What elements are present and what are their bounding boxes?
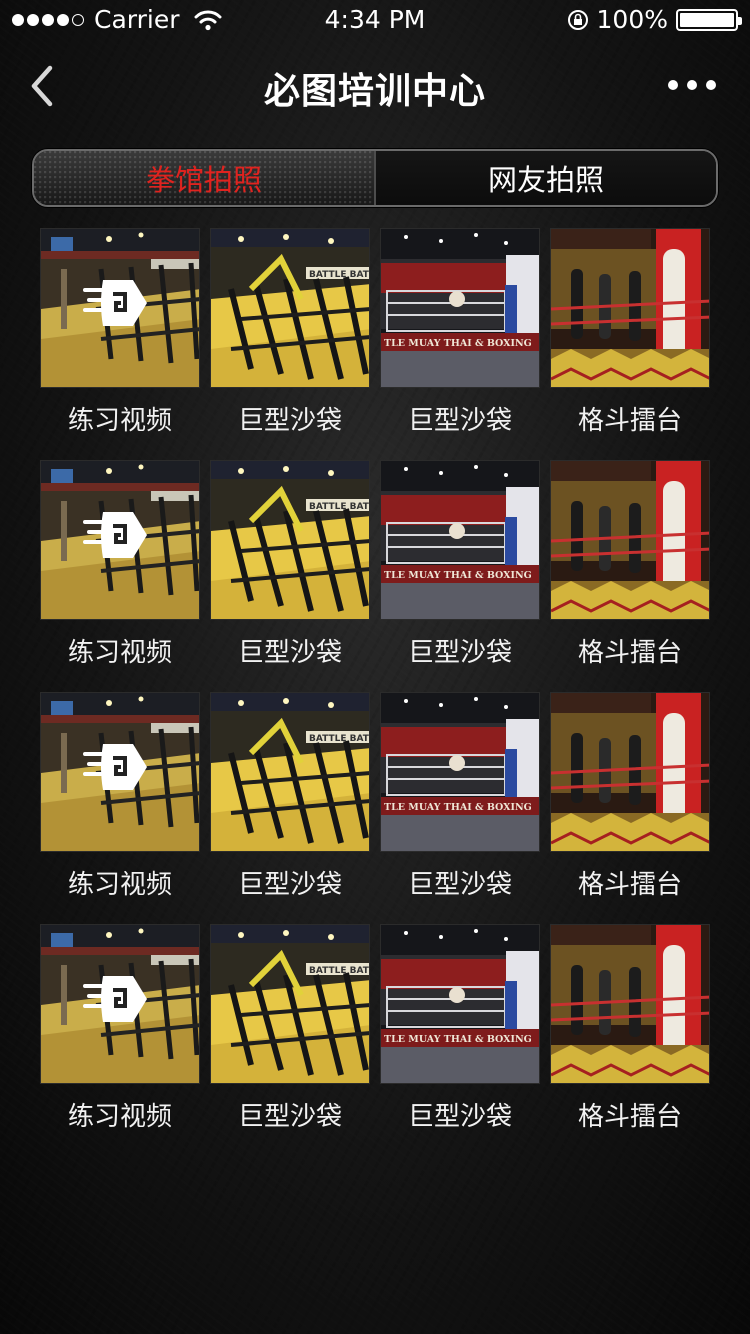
orientation-lock-icon xyxy=(567,9,588,30)
photo-caption: 巨型沙袋 xyxy=(407,638,512,668)
photo-cell[interactable]: 格斗擂台 xyxy=(550,460,710,668)
photo-caption: 巨型沙袋 xyxy=(407,1102,512,1132)
photo-caption: 练习视频 xyxy=(67,870,172,900)
more-dot xyxy=(706,80,716,90)
photo-thumbnail[interactable] xyxy=(40,228,200,388)
photo-caption: 巨型沙袋 xyxy=(407,406,512,436)
tab-gym-photos[interactable]: 拳馆拍照 xyxy=(34,151,374,205)
video-play-icon xyxy=(83,976,147,1022)
photo-thumbnail[interactable] xyxy=(40,692,200,852)
photo-cell[interactable]: 练习视频 xyxy=(40,228,200,436)
photo-cell[interactable]: TLE MUAY THAI & BOXING 巨型沙袋 xyxy=(380,228,540,436)
thumbnail-image: TLE MUAY THAI & BOXING xyxy=(381,925,539,1083)
more-dots-icon[interactable] xyxy=(664,76,720,94)
photo-caption: 巨型沙袋 xyxy=(237,1102,342,1132)
photo-thumbnail[interactable] xyxy=(550,692,710,852)
photo-thumbnail[interactable]: TLE MUAY THAI & BOXING xyxy=(380,692,540,852)
more-dot xyxy=(687,80,697,90)
thumbnail-image xyxy=(551,925,709,1083)
photo-caption: 格斗擂台 xyxy=(577,870,682,900)
thumbnail-image: TLE MUAY THAI & BOXING xyxy=(381,693,539,851)
photo-cell[interactable]: BATTLE BATTLE 巨型沙袋 xyxy=(210,924,370,1132)
photo-thumbnail[interactable] xyxy=(40,460,200,620)
photo-caption: 巨型沙袋 xyxy=(407,870,512,900)
thumbnail-image xyxy=(551,461,709,619)
photo-cell[interactable]: 练习视频 xyxy=(40,460,200,668)
photo-thumbnail[interactable] xyxy=(550,924,710,1084)
photo-thumbnail[interactable]: BATTLE BATTLE xyxy=(210,924,370,1084)
segmented-tabs: 拳馆拍照 网友拍照 xyxy=(32,149,718,207)
video-play-icon xyxy=(83,512,147,558)
thumbnail-image: TLE MUAY THAI & BOXING xyxy=(381,461,539,619)
thumbnail-image: BATTLE BATTLE xyxy=(211,693,369,851)
thumbnail-image xyxy=(551,693,709,851)
svg-text:TLE MUAY THAI & BOXING: TLE MUAY THAI & BOXING xyxy=(384,338,532,349)
photo-caption: 巨型沙袋 xyxy=(237,638,342,668)
battery-label: 100% xyxy=(596,5,668,34)
photo-cell[interactable]: 格斗擂台 xyxy=(550,692,710,900)
navigation-bar: 必图培训中心 xyxy=(0,48,750,128)
photo-thumbnail[interactable] xyxy=(550,460,710,620)
photo-thumbnail[interactable] xyxy=(40,924,200,1084)
svg-text:TLE MUAY THAI & BOXING: TLE MUAY THAI & BOXING xyxy=(384,1034,532,1045)
video-play-icon xyxy=(83,744,147,790)
photo-caption: 练习视频 xyxy=(67,638,172,668)
photo-cell[interactable]: BATTLE BATTLE 巨型沙袋 xyxy=(210,692,370,900)
photo-cell[interactable]: 格斗擂台 xyxy=(550,228,710,436)
thumbnail-image: BATTLE BATTLE xyxy=(211,461,369,619)
photo-caption: 练习视频 xyxy=(67,1102,172,1132)
photo-cell[interactable]: 格斗擂台 xyxy=(550,924,710,1132)
thumbnail-image: BATTLE BATTLE xyxy=(211,925,369,1083)
page-title: 必图培训中心 xyxy=(263,71,486,112)
photo-cell[interactable]: 练习视频 xyxy=(40,924,200,1132)
photo-caption: 巨型沙袋 xyxy=(237,406,342,436)
photo-thumbnail[interactable]: TLE MUAY THAI & BOXING xyxy=(380,228,540,388)
status-bar: Carrier 4:34 PM 100% xyxy=(0,0,750,40)
status-right: 100% xyxy=(567,5,742,34)
photo-cell[interactable]: BATTLE BATTLE 巨型沙袋 xyxy=(210,228,370,436)
tab-user-photos[interactable]: 网友拍照 xyxy=(376,151,716,205)
photo-thumbnail[interactable]: BATTLE BATTLE xyxy=(210,692,370,852)
photo-cell[interactable]: TLE MUAY THAI & BOXING 巨型沙袋 xyxy=(380,692,540,900)
photo-cell[interactable]: 练习视频 xyxy=(40,692,200,900)
photo-thumbnail[interactable] xyxy=(550,228,710,388)
photo-caption: 格斗擂台 xyxy=(577,406,682,436)
photo-caption: 巨型沙袋 xyxy=(237,870,342,900)
photo-thumbnail[interactable]: TLE MUAY THAI & BOXING xyxy=(380,924,540,1084)
video-play-icon xyxy=(83,280,147,326)
battery-fill xyxy=(680,12,734,27)
battery-icon xyxy=(676,8,742,31)
photo-cell[interactable]: BATTLE BATTLE 巨型沙袋 xyxy=(210,460,370,668)
thumbnail-image: TLE MUAY THAI & BOXING xyxy=(381,229,539,387)
thumbnail-image: BATTLE BATTLE xyxy=(211,229,369,387)
photo-cell[interactable]: TLE MUAY THAI & BOXING 巨型沙袋 xyxy=(380,924,540,1132)
thumbnail-image xyxy=(551,229,709,387)
photo-thumbnail[interactable]: TLE MUAY THAI & BOXING xyxy=(380,460,540,620)
photo-cell[interactable]: TLE MUAY THAI & BOXING 巨型沙袋 xyxy=(380,460,540,668)
photo-thumbnail[interactable]: BATTLE BATTLE xyxy=(210,460,370,620)
svg-text:TLE MUAY THAI & BOXING: TLE MUAY THAI & BOXING xyxy=(384,570,532,581)
photo-thumbnail[interactable]: BATTLE BATTLE xyxy=(210,228,370,388)
photo-caption: 格斗擂台 xyxy=(577,638,682,668)
photo-caption: 格斗擂台 xyxy=(577,1102,682,1132)
svg-text:TLE MUAY THAI & BOXING: TLE MUAY THAI & BOXING xyxy=(384,802,532,813)
photo-caption: 练习视频 xyxy=(67,406,172,436)
more-dot xyxy=(668,80,678,90)
